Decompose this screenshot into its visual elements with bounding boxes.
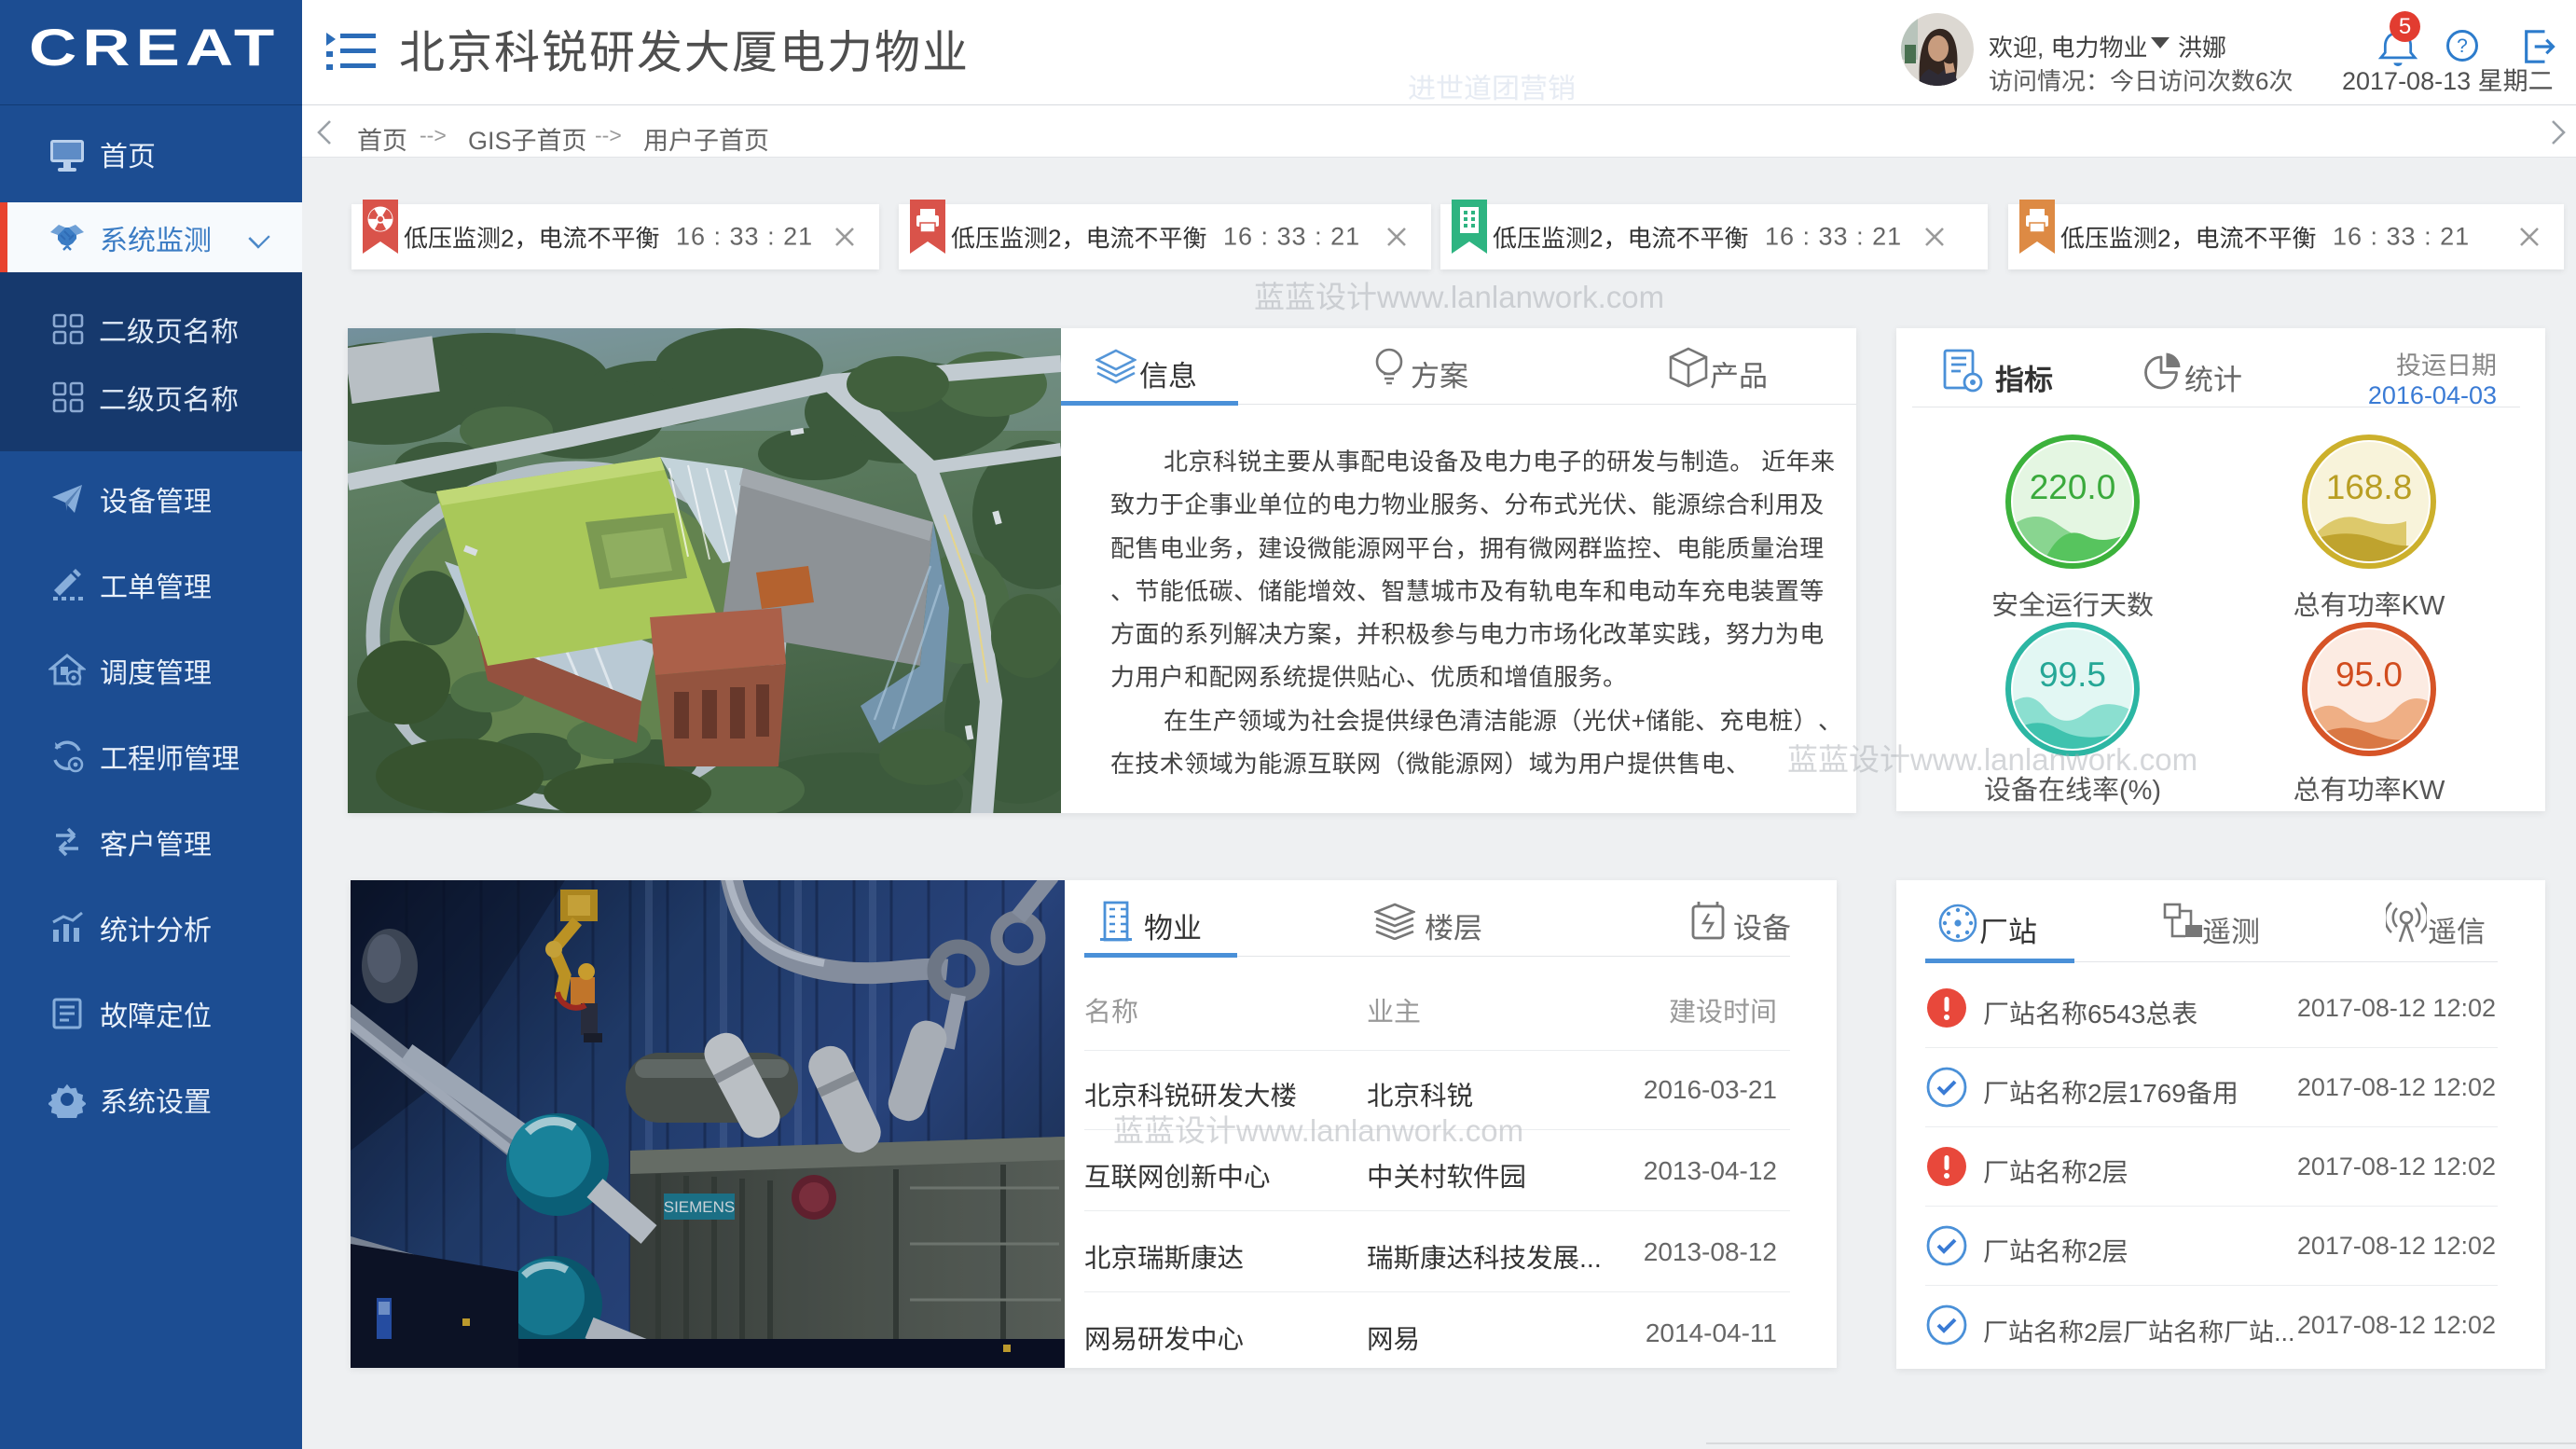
- svg-text:95.0: 95.0: [2335, 656, 2403, 694]
- svg-text:?: ?: [2457, 35, 2468, 57]
- svg-text:168.8: 168.8: [2326, 468, 2413, 506]
- svg-text:220.0: 220.0: [2030, 468, 2116, 506]
- svg-text:99.5: 99.5: [2039, 656, 2106, 694]
